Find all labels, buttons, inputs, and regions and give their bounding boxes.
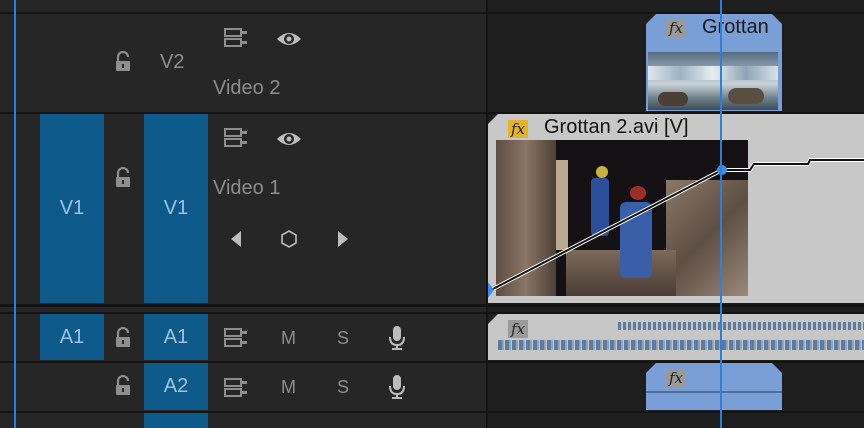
- clip-a1[interactable]: fx: [488, 314, 864, 360]
- lock-icon[interactable]: [112, 50, 134, 74]
- panel-edge-indicator: [14, 0, 16, 428]
- clip-corner: [488, 314, 498, 324]
- opacity-keyframe-line[interactable]: [488, 114, 864, 303]
- eye-icon[interactable]: [274, 128, 304, 150]
- track-output-icon[interactable]: [222, 26, 250, 50]
- solo-button-a1[interactable]: S: [337, 328, 349, 349]
- track-output-icon[interactable]: [222, 126, 250, 150]
- clip-a2[interactable]: fx: [646, 363, 782, 410]
- prev-keyframe-icon[interactable]: [226, 228, 246, 250]
- waveform: [618, 322, 864, 330]
- add-keyframe-icon[interactable]: [279, 228, 299, 250]
- clip-corner: [646, 363, 656, 373]
- row-separator: [0, 304, 864, 307]
- track-target-label-v2[interactable]: V2: [160, 51, 184, 74]
- solo-button-a2[interactable]: S: [337, 377, 349, 398]
- source-patch-a1[interactable]: A1: [40, 314, 104, 360]
- keyframe-dot: [717, 165, 727, 175]
- keyframe-marker: [488, 282, 494, 298]
- mute-button-a1[interactable]: M: [281, 328, 296, 349]
- row-separator: [0, 411, 864, 413]
- track-target-v1[interactable]: V1: [144, 114, 208, 303]
- playhead[interactable]: [720, 0, 722, 428]
- track-output-icon[interactable]: [222, 326, 250, 350]
- fx-badge[interactable]: fx: [666, 369, 686, 387]
- lock-icon[interactable]: [112, 326, 134, 350]
- next-keyframe-icon[interactable]: [333, 228, 353, 250]
- microphone-icon[interactable]: [386, 324, 408, 352]
- microphone-icon[interactable]: [386, 373, 408, 401]
- rock: [658, 92, 688, 106]
- track-name-v2: Video 2: [213, 77, 281, 99]
- clip-corner: [772, 14, 782, 24]
- lock-icon[interactable]: [112, 374, 134, 398]
- fx-badge[interactable]: fx: [508, 320, 528, 338]
- track-output-icon[interactable]: [222, 376, 250, 400]
- lock-icon[interactable]: [112, 166, 134, 190]
- track-target-a1[interactable]: A1: [144, 314, 208, 360]
- track-target-a2[interactable]: A2: [144, 363, 208, 410]
- mute-button-a2[interactable]: M: [281, 377, 296, 398]
- eye-icon[interactable]: [274, 28, 304, 50]
- track-target-a3[interactable]: [144, 413, 208, 428]
- clip-title: Grottan: [702, 16, 769, 38]
- clip-v1[interactable]: fx Grottan 2.avi [V]: [488, 114, 864, 303]
- source-patch-v1[interactable]: V1: [40, 114, 104, 303]
- clip-v2[interactable]: fx Grottan: [646, 14, 782, 111]
- rock: [728, 88, 764, 104]
- clip-corner: [646, 14, 656, 24]
- waveform: [498, 340, 864, 350]
- fx-badge[interactable]: fx: [666, 19, 686, 37]
- audio-level-line: [646, 391, 782, 393]
- clip-corner: [772, 363, 782, 373]
- water-texture: [648, 66, 778, 80]
- clip-thumbnail: [648, 52, 778, 110]
- track-name-v1: Video 1: [213, 177, 281, 199]
